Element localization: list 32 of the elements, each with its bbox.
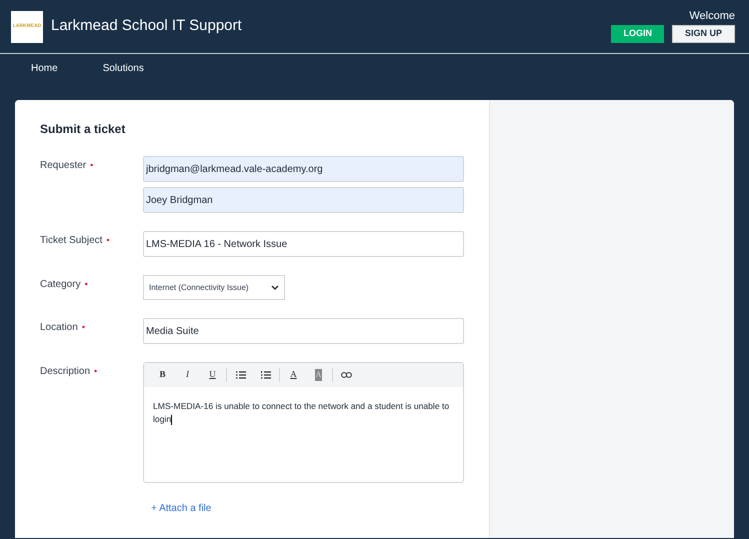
link-icon[interactable] bbox=[341, 372, 352, 378]
bullet-list-icon[interactable] bbox=[236, 371, 246, 379]
required-marker: • bbox=[90, 159, 94, 172]
required-marker: • bbox=[82, 321, 85, 334]
input-field[interactable]: Media Suite bbox=[143, 318, 464, 344]
required-marker: • bbox=[84, 278, 88, 291]
form-title: Submit a ticket bbox=[40, 121, 126, 138]
description-text: LMS-MEDIA-16 is unable to connect to the network and a student is unable to login bbox=[153, 400, 450, 426]
welcome-text: Welcome bbox=[689, 10, 735, 22]
signup-button[interactable]: SIGN UP bbox=[672, 24, 735, 42]
site-title: Larkmead School IT Support bbox=[51, 16, 242, 36]
field-label: Category bbox=[40, 278, 81, 292]
input-field[interactable]: jbridgman@larkmead.vale-academy.org bbox=[143, 156, 464, 182]
field-label: Requester bbox=[40, 159, 86, 173]
input-field[interactable]: Joey Bridgman bbox=[143, 187, 464, 213]
rich-text-editor[interactable]: B I U A A LMS-MEDIA-16 is unable to connect to the network and a student is unable to login bbox=[143, 362, 464, 483]
italic-button[interactable]: I bbox=[186, 368, 189, 382]
field-label: Ticket Subject bbox=[40, 234, 102, 248]
underline-button[interactable]: U bbox=[209, 368, 216, 382]
text-color-button[interactable]: A bbox=[290, 368, 297, 382]
field-label: Description bbox=[40, 365, 90, 379]
nav-link[interactable]: Home bbox=[31, 60, 58, 76]
category-dropdown[interactable]: Internet (Connectivity Issue) bbox=[143, 275, 285, 300]
attach-file-link[interactable]: + Attach a file bbox=[151, 503, 212, 514]
required-marker: • bbox=[106, 234, 110, 247]
field-label: Location bbox=[40, 321, 78, 335]
input-field[interactable]: LMS-MEDIA 16 - Network Issue bbox=[143, 231, 464, 257]
required-marker: • bbox=[94, 365, 98, 378]
nav-link[interactable]: Solutions bbox=[102, 60, 144, 76]
bold-button[interactable]: B bbox=[159, 368, 166, 382]
chevron-down-icon bbox=[271, 284, 279, 290]
numbered-list-icon[interactable] bbox=[260, 371, 270, 379]
